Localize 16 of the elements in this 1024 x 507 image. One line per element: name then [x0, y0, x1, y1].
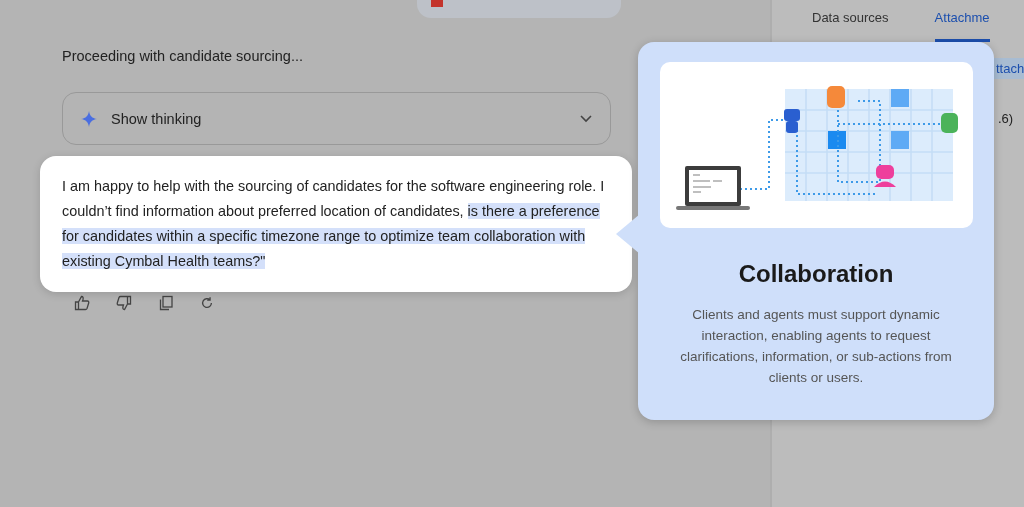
thumbs-down-icon[interactable]	[116, 295, 132, 311]
file-icon	[431, 0, 443, 7]
refresh-icon[interactable]	[200, 296, 214, 310]
card-description: Clients and agents must support dynamic interaction, enabling agents to request clarifications, information, or sub-actions from clients or users.	[679, 306, 953, 387]
show-thinking-button[interactable]: Show thinking	[62, 92, 611, 145]
panel-tab[interactable]: Data sources	[812, 10, 889, 42]
sparkle-icon	[81, 110, 97, 127]
status-text: Proceeding with candidate sourcing...	[62, 48, 304, 64]
file-chip[interactable]	[417, 0, 621, 18]
chevron-icon	[580, 114, 592, 123]
copy-icon[interactable]	[158, 295, 174, 311]
thumbs-up-icon[interactable]	[74, 295, 90, 311]
message-text: I am happy to help with the sourcing of candidates for the software engineering role. I couldn’t find information about preferred location of candidates, is there a preference for candidates within a specific timezone range to optimize team collaboration with existing Cymbal Health teams?"	[62, 177, 606, 271]
card-title: Collaboration	[738, 260, 894, 288]
attach-chip[interactable]: ttach	[992, 58, 1024, 79]
count-text: .6)	[998, 111, 1014, 126]
